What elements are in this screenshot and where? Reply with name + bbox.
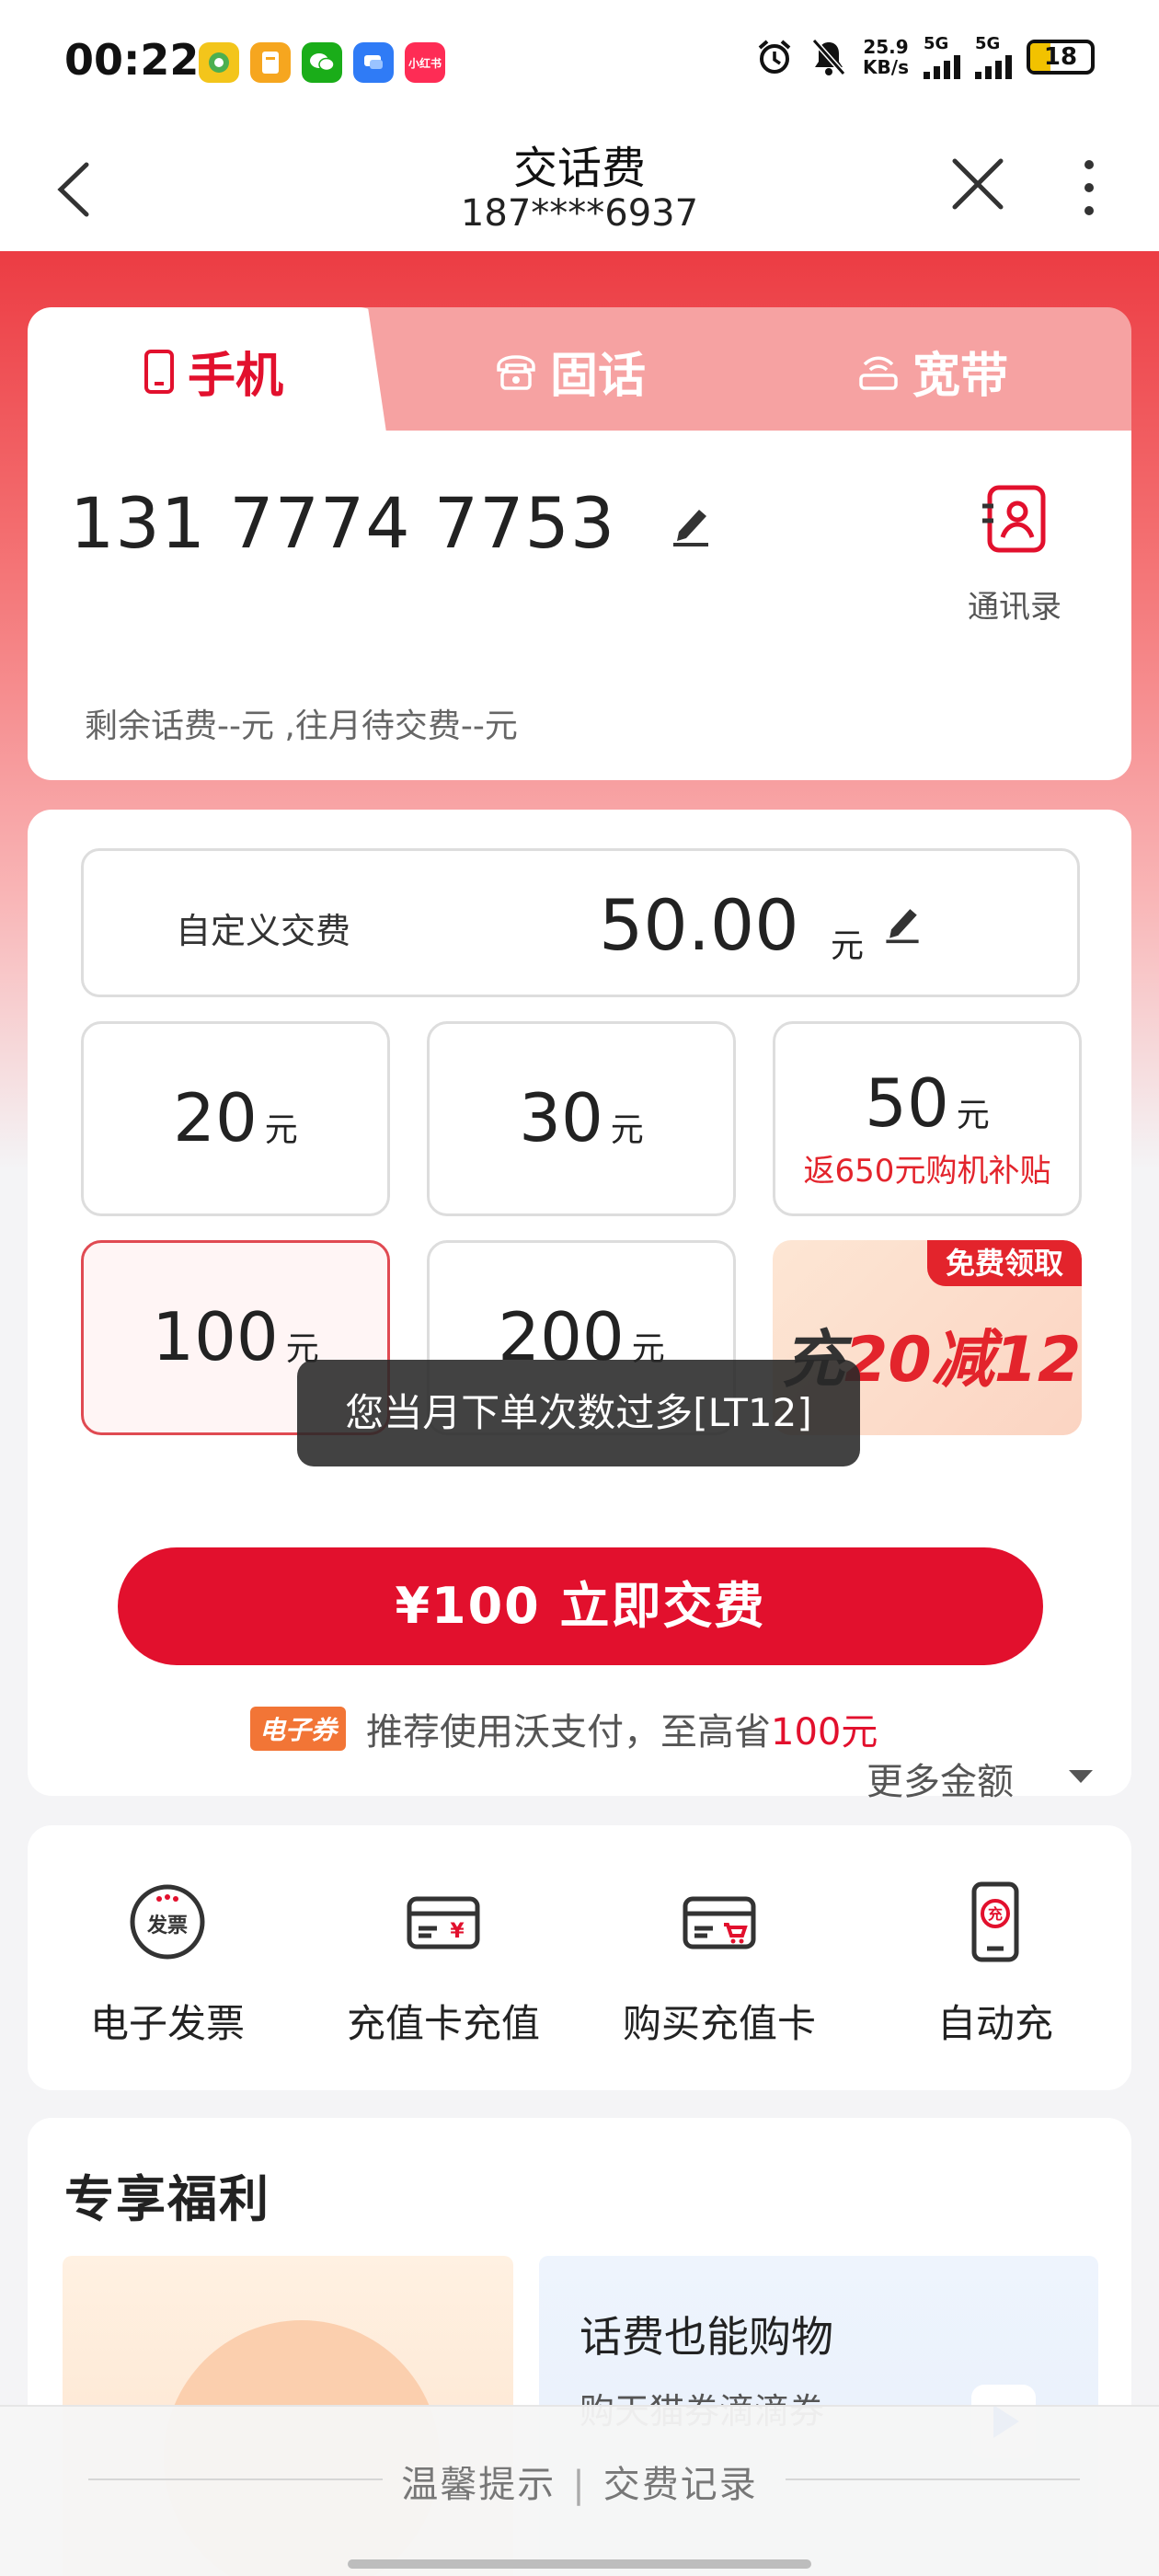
broadband-router-icon (859, 356, 898, 390)
amount-number: 30 (519, 1079, 603, 1156)
landline-phone-icon (497, 354, 535, 390)
contacts-book-icon[interactable] (979, 482, 1050, 556)
status-bar: 00:22 小红书 25.9 KB/s 5G 5G 18 (0, 0, 1159, 124)
more-amounts-link[interactable]: 更多金额 (866, 1752, 1014, 1805)
amount-option-subsidy: 返650元购机补贴 (803, 1153, 1051, 1190)
notes-icon (250, 42, 291, 83)
service-label: 电子发票 (89, 2001, 245, 2046)
custom-amount-value[interactable]: 50.00 (599, 884, 799, 966)
tab-mobile[interactable]: 手机 (143, 337, 283, 406)
signal-bars-icon (975, 53, 1012, 79)
benefits-title: 专享福利 (64, 2170, 270, 2228)
bottom-bar: 温馨提示 | 交费记录 (0, 2405, 1159, 2576)
battery-level: 18 (1043, 43, 1078, 71)
auto-recharge-icon-text: 充 (988, 1905, 1003, 1923)
service-label: 自动充 (936, 2001, 1053, 2046)
mobile-phone-icon (144, 349, 174, 394)
services-card: 发票 电子发票 ¥ 充值卡充值 购买充值卡 充 自动充 (28, 1825, 1131, 2090)
amount-number: 50 (865, 1064, 949, 1142)
mute-bell-icon (811, 39, 846, 75)
home-indicator[interactable] (348, 2559, 811, 2569)
buy-card-icon (683, 1896, 756, 1949)
network-speed-value: 25.9 (863, 36, 909, 58)
close-icon[interactable] (946, 152, 1010, 216)
tab-landline-label: 固话 (550, 349, 647, 404)
sim1-label: 5G (924, 34, 949, 53)
payment-tip: 电子券 推荐使用沃支付，至高省100元 (250, 1702, 878, 1755)
network-speed: 25.9 KB/s (863, 37, 909, 77)
payment-tip-main: 推荐使用沃支付，至高省 (366, 1711, 772, 1754)
amount-unit: 元 (264, 1111, 298, 1149)
invoice-icon: 发票 (130, 1884, 205, 1960)
separator: | (572, 2464, 587, 2506)
amount-option-value: 50 元 (775, 1064, 1079, 1142)
e-coupon-badge: 电子券 (250, 1707, 347, 1751)
signal-sim1: 5G (924, 35, 960, 79)
auto-recharge-icon: 充 (971, 1881, 1019, 1962)
battery-icon: 18 (1027, 40, 1095, 75)
edit-pencil-icon[interactable] (880, 899, 924, 945)
payment-tip-highlight: 100元 (771, 1711, 878, 1754)
feishu-icon (353, 42, 394, 83)
alarm-icon (758, 40, 791, 74)
payment-tip-text: 推荐使用沃支付，至高省100元 (366, 1702, 878, 1755)
tips-link[interactable]: 温馨提示 (401, 2464, 556, 2506)
tab-landline[interactable]: 固话 (495, 337, 646, 406)
service-tabs: 手机 固话 宽带 (28, 307, 1131, 432)
custom-amount-label: 自定义交费 (176, 911, 351, 951)
signal-bars-icon (924, 53, 960, 79)
amount-option-30[interactable]: 30 元 (427, 1021, 736, 1216)
tab-broadband[interactable]: 宽带 (857, 337, 1008, 406)
status-time: 00:22 (64, 35, 200, 85)
promo-badge: 免费领取 (926, 1240, 1082, 1286)
qq-browser-icon (199, 42, 239, 83)
custom-amount-unit: 元 (831, 927, 865, 965)
status-right-group: 25.9 KB/s 5G 5G 18 (754, 35, 1095, 79)
signal-sim2: 5G (975, 35, 1012, 79)
sim2-label: 5G (975, 34, 1001, 53)
recharge-card-icon: ¥ (407, 1896, 480, 1949)
amount-unit: 元 (956, 1097, 990, 1134)
edit-pencil-icon[interactable] (668, 499, 714, 548)
service-recharge-card[interactable]: ¥ 充值卡充值 (305, 1880, 581, 2049)
amount-option-value: 30 元 (430, 1079, 733, 1156)
nav-header: 交话费 187****6937 (0, 124, 1159, 251)
phone-number-input[interactable]: 131 7774 7753 (70, 482, 615, 564)
amount-unit: 元 (610, 1111, 644, 1149)
tab-broadband-label: 宽带 (912, 349, 1009, 404)
service-label: 充值卡充值 (346, 2001, 540, 2046)
wechat-icon (302, 42, 342, 83)
promo-text-offer: 20减12.8 (844, 1324, 1082, 1397)
pay-now-button[interactable]: ¥100 立即交费 (118, 1547, 1043, 1665)
service-label: 购买充值卡 (622, 2001, 816, 2046)
balance-info: 剩余话费--元 ,往月待交费--元 (85, 707, 518, 745)
custom-amount-field[interactable]: 自定义交费 50.00 元 (81, 848, 1080, 997)
chevron-down-icon[interactable] (1067, 1763, 1095, 1788)
phone-number-card: 131 7774 7753 通讯录 剩余话费--元 ,往月待交费--元 (28, 431, 1131, 780)
amount-option-20[interactable]: 20 元 (81, 1021, 390, 1216)
error-toast: 您当月下单次数过多[LT12] (297, 1360, 860, 1466)
amount-number: 20 (173, 1079, 258, 1156)
bottom-links: 温馨提示 | 交费记录 (0, 2455, 1159, 2508)
service-buy-card[interactable]: 购买充值卡 (581, 1880, 857, 2049)
svg-text:¥: ¥ (450, 1920, 465, 1943)
invoice-icon-text: 发票 (146, 1914, 188, 1938)
status-app-icons: 小红书 (199, 42, 445, 83)
amount-option-value: 20 元 (84, 1079, 387, 1156)
more-vertical-icon[interactable] (1076, 155, 1102, 220)
amount-option-50[interactable]: 50 元 返650元购机补贴 (773, 1021, 1082, 1216)
amount-number: 100 (152, 1298, 279, 1375)
contacts-label[interactable]: 通讯录 (920, 581, 1109, 627)
network-speed-unit: KB/s (863, 56, 909, 78)
payment-records-link[interactable]: 交费记录 (603, 2464, 758, 2506)
tab-mobile-label: 手机 (188, 349, 284, 404)
xiaohongshu-icon: 小红书 (405, 42, 445, 83)
benefit-shopping-title: 话费也能购物 (580, 2312, 833, 2362)
service-e-invoice[interactable]: 发票 电子发票 (29, 1880, 305, 2049)
service-auto-recharge[interactable]: 充 自动充 (857, 1880, 1133, 2049)
